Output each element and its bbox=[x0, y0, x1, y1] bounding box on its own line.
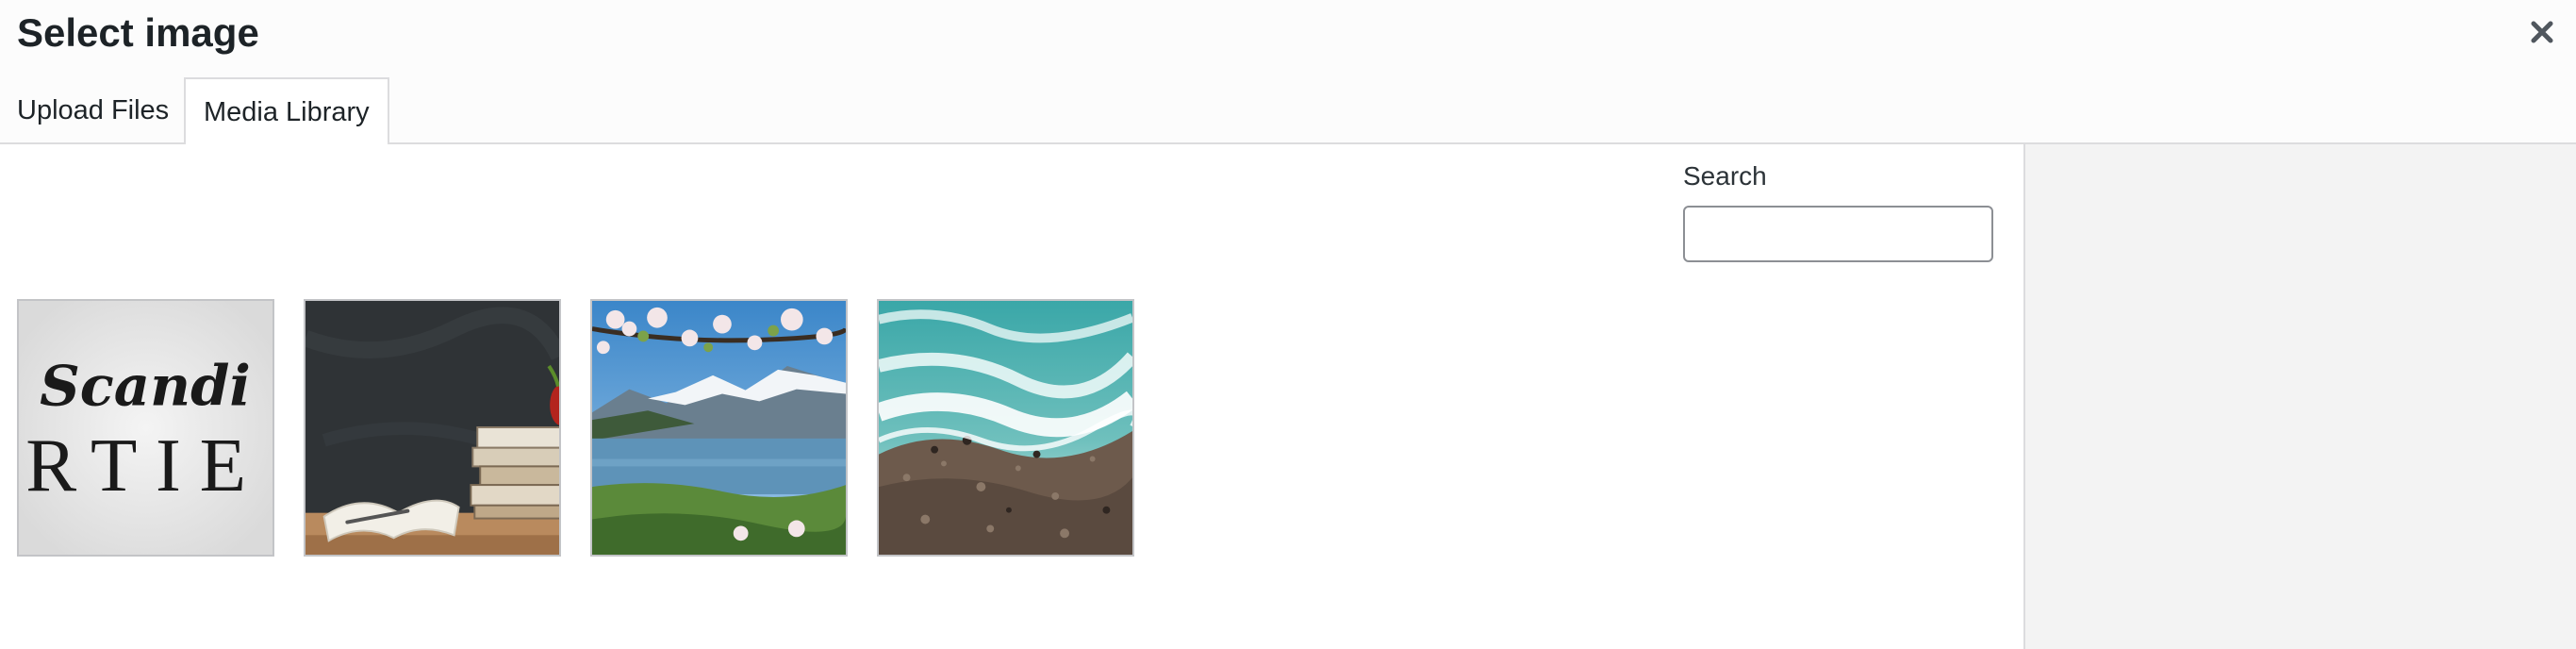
svg-text:Scandi: Scandi bbox=[40, 352, 251, 418]
search-input[interactable] bbox=[1683, 206, 1993, 262]
attachment-thumbnail[interactable] bbox=[304, 299, 561, 557]
svg-text:RTIE: RTIE bbox=[25, 424, 264, 508]
modal-title: Select image bbox=[17, 10, 259, 55]
tab-media-library[interactable]: Media Library bbox=[184, 77, 389, 146]
search-label: Search bbox=[1683, 161, 1767, 191]
close-button[interactable] bbox=[2521, 13, 2563, 55]
tab-upload-files[interactable]: Upload Files bbox=[0, 77, 182, 144]
ocean-shore-aerial-image bbox=[879, 301, 1132, 555]
modal-header: Select image Upload Files Media Library bbox=[0, 0, 2576, 146]
attachment-details-sidebar bbox=[2023, 144, 2576, 649]
attachment-thumbnail[interactable] bbox=[877, 299, 1134, 557]
books-chalkboard-image bbox=[305, 301, 559, 555]
attachment-thumbnail[interactable] bbox=[590, 299, 848, 557]
attachment-thumbnail[interactable]: Scandi RTIE bbox=[17, 299, 274, 557]
fjord-blossoms-image bbox=[592, 301, 846, 555]
close-icon bbox=[2530, 20, 2554, 49]
scandi-sign-image: Scandi RTIE bbox=[19, 301, 272, 555]
